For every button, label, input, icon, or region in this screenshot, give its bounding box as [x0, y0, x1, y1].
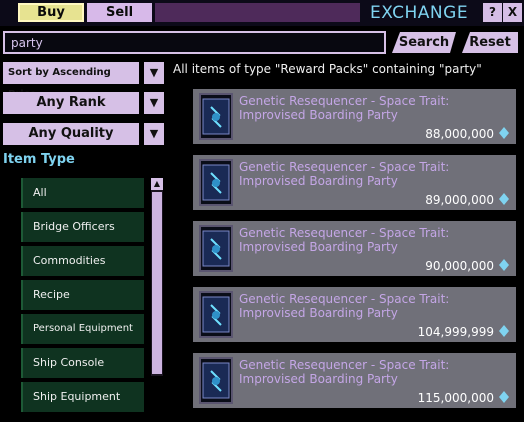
reset-button[interactable]: Reset: [462, 32, 518, 53]
rank-dropdown[interactable]: Any Rank: [3, 92, 139, 114]
dilithium-icon: [499, 127, 509, 139]
result-row[interactable]: Genetic Resequencer - Space Trait: Impro…: [193, 221, 516, 276]
scroll-up-icon[interactable]: ▲: [151, 178, 163, 190]
item-price: 90,000,000: [425, 259, 494, 273]
dilithium-icon: [499, 193, 509, 205]
result-row[interactable]: Genetic Resequencer - Space Trait: Impro…: [193, 353, 516, 408]
item-type-ship-console[interactable]: Ship Console: [21, 348, 144, 378]
reward-pack-icon: [199, 93, 233, 140]
result-row[interactable]: Genetic Resequencer - Space Trait: Impro…: [193, 89, 516, 144]
rank-dropdown-arrow-icon[interactable]: ▼: [144, 92, 164, 114]
item-type-personal-equipment[interactable]: Personal Equipment: [21, 314, 144, 344]
item-name: Genetic Resequencer - Space Trait: Impro…: [239, 160, 450, 188]
sort-dropdown[interactable]: Sort by Ascending Price: [3, 62, 139, 100]
result-row[interactable]: Genetic Resequencer - Space Trait: Impro…: [193, 287, 516, 342]
help-button[interactable]: ?: [483, 3, 502, 22]
item-type-heading: Item Type: [3, 152, 75, 167]
item-name: Genetic Resequencer - Space Trait: Impro…: [239, 292, 450, 320]
quality-dropdown-arrow-icon[interactable]: ▼: [144, 123, 164, 145]
results-summary: All items of type "Reward Packs" contain…: [173, 62, 482, 76]
item-price: 104,999,999: [417, 325, 494, 339]
quality-dropdown[interactable]: Any Quality: [3, 123, 139, 145]
reward-pack-icon: [199, 225, 233, 272]
item-type-commodities[interactable]: Commodities: [21, 246, 144, 276]
tab-sell[interactable]: Sell: [87, 3, 152, 22]
item-price: 88,000,000: [425, 127, 494, 141]
sort-dropdown-arrow-icon[interactable]: ▼: [144, 62, 164, 84]
window-title: EXCHANGE: [370, 3, 469, 23]
item-type-bridge-officers[interactable]: Bridge Officers: [21, 212, 144, 242]
result-row[interactable]: Genetic Resequencer - Space Trait: Impro…: [193, 155, 516, 210]
tab-buy[interactable]: Buy: [18, 3, 84, 22]
scrollbar-thumb[interactable]: [152, 192, 162, 374]
item-price: 115,000,000: [417, 391, 494, 405]
item-type-all[interactable]: All: [21, 178, 144, 208]
item-name: Genetic Resequencer - Space Trait: Impro…: [239, 226, 450, 254]
dilithium-icon: [499, 391, 509, 403]
reward-pack-icon: [199, 357, 233, 404]
item-name: Genetic Resequencer - Space Trait: Impro…: [239, 358, 450, 386]
dilithium-icon: [499, 259, 509, 271]
item-type-ship-equipment[interactable]: Ship Equipment: [21, 382, 144, 412]
dilithium-icon: [499, 325, 509, 337]
search-button[interactable]: Search: [392, 32, 456, 53]
title-strip: [155, 3, 360, 22]
item-name: Genetic Resequencer - Space Trait: Impro…: [239, 94, 450, 122]
item-type-recipe[interactable]: Recipe: [21, 280, 144, 310]
reward-pack-icon: [199, 159, 233, 206]
close-button[interactable]: X: [503, 3, 522, 22]
search-input[interactable]: [3, 31, 386, 54]
reward-pack-icon: [199, 291, 233, 338]
item-price: 89,000,000: [425, 193, 494, 207]
